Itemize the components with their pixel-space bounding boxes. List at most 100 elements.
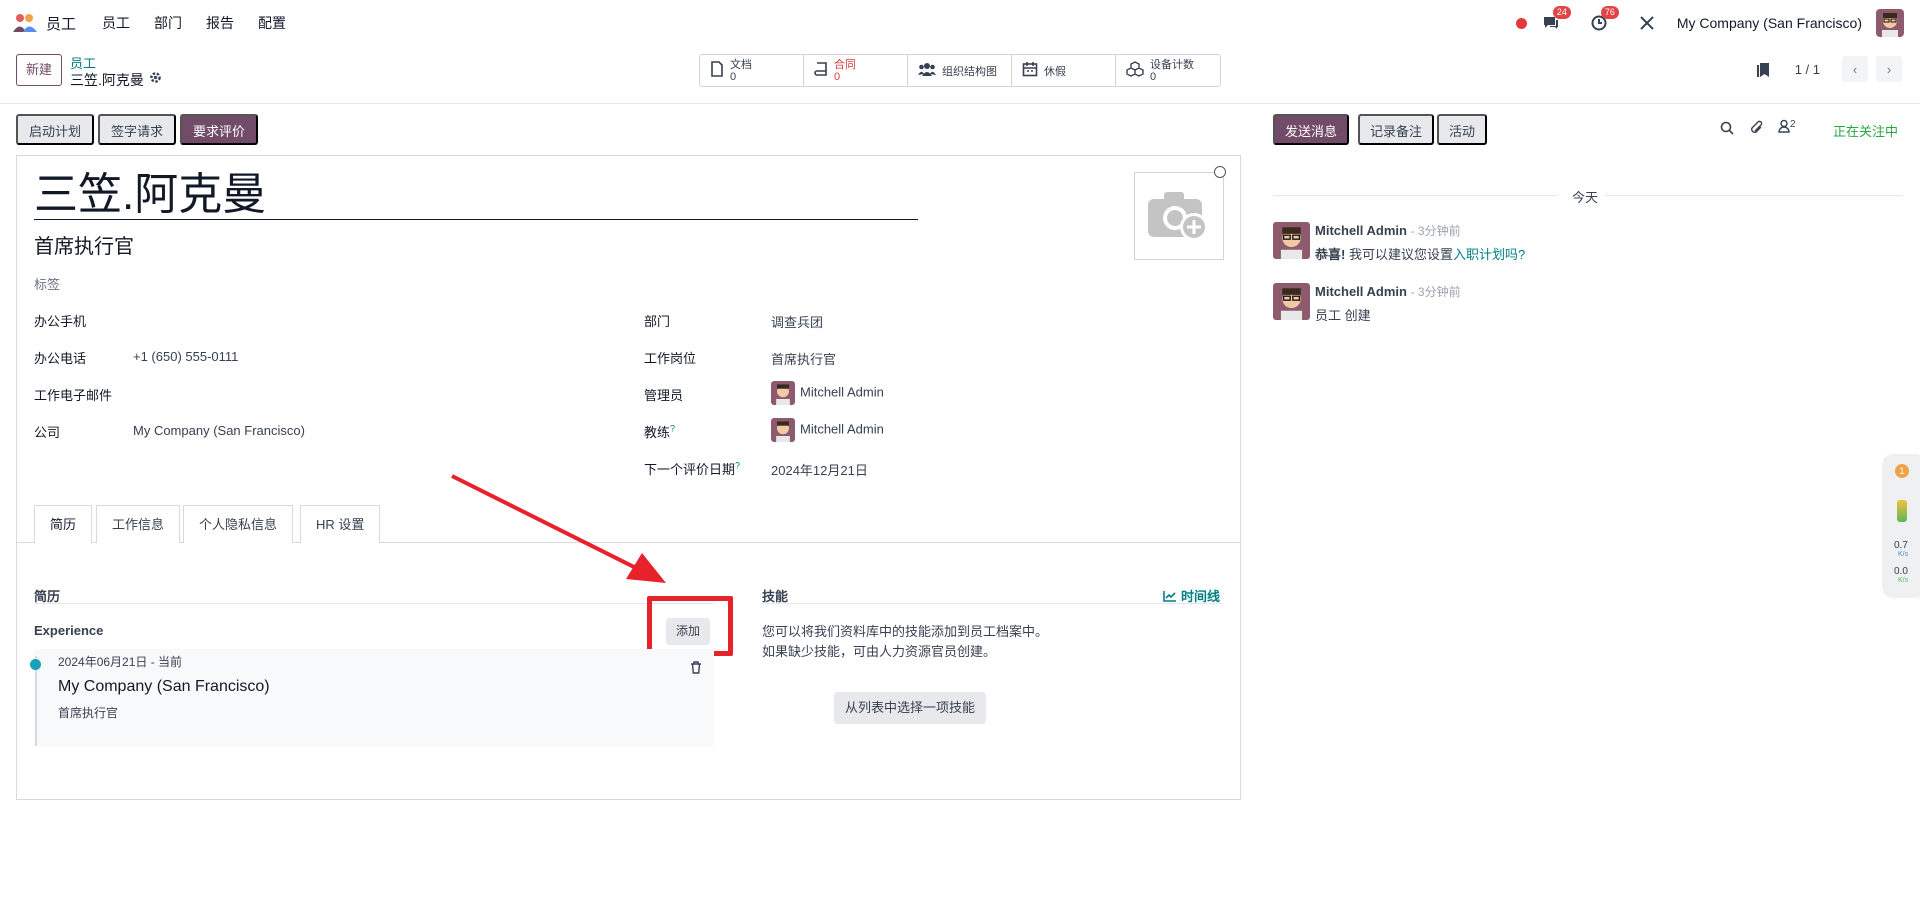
job-position-field[interactable]: 首席执行官 (771, 349, 836, 368)
download-speed: 0.0 (1894, 566, 1908, 577)
company-switcher[interactable]: My Company (San Francisco) (1677, 15, 1862, 31)
clock-icon[interactable]: 76 (1589, 6, 1619, 33)
resume-line-description: 首席执行官 (58, 706, 119, 720)
tab-resume[interactable]: 简历 (34, 505, 93, 544)
camera-plus-icon (1148, 192, 1208, 241)
followers-button[interactable]: 2 (1778, 119, 1796, 136)
onboarding-plan-link[interactable]: 入职计划吗? (1453, 247, 1525, 262)
status-indicator-icon (1214, 166, 1226, 178)
top-navbar: 员工 员工 部门 报告 配置 24 76 My Company (San Fra… (0, 0, 1920, 46)
network-monitor-widget[interactable]: 1 0.7 K/s 0.0 K/s (1884, 456, 1920, 596)
new-button[interactable]: 新建 (16, 54, 63, 86)
message-author-name: Mitchell Admin (1315, 284, 1407, 299)
book-icon (814, 61, 828, 80)
menu-departments[interactable]: 部门 (154, 13, 182, 33)
message-time: - 3分钟前 (1410, 285, 1461, 299)
next-appraisal-field[interactable]: 2024年12月21日 (771, 460, 868, 479)
app-name[interactable]: 员工 (46, 13, 76, 34)
recording-indicator-icon[interactable] (1515, 17, 1527, 29)
timeline-link-label: 时间线 (1181, 589, 1221, 604)
date-divider-left (1273, 195, 1558, 196)
smart-buttons: 文档 0 合同 0 组织结构图 休假 设备计数 0 (699, 54, 1221, 87)
menu-config[interactable]: 配置 (258, 13, 286, 33)
company-label: 公司 (34, 425, 61, 440)
skills-hint-1: 您可以将我们资料库中的技能添加到员工档案中。 (762, 624, 1049, 639)
calendar-icon (1022, 61, 1038, 80)
activities-badge: 76 (1600, 6, 1619, 19)
equipment-count: 0 (1150, 70, 1157, 83)
gear-icon[interactable] (149, 71, 162, 87)
company-field[interactable]: My Company (San Francisco) (133, 423, 305, 438)
line-chart-icon (1163, 591, 1176, 602)
pick-skill-button[interactable]: 从列表中选择一项技能 (834, 692, 987, 724)
activities-button[interactable]: 活动 (1437, 114, 1488, 145)
tab-work-info[interactable]: 工作信息 (96, 505, 181, 543)
control-panel: 新建 员工 三笠.阿克曼 文档 0 合同 0 组织结构图 休假 设备计数 0 1 / … (0, 46, 1920, 104)
thermometer-icon (1897, 500, 1907, 522)
search-icon[interactable] (1720, 121, 1734, 138)
time-off-label: 休假 (1044, 65, 1066, 78)
bookmark-icon[interactable] (1756, 62, 1770, 81)
message-text: 我可以建议您设置 (1345, 247, 1453, 262)
message-author-avatar[interactable] (1273, 283, 1310, 320)
equipment-button[interactable]: 设备计数 0 (1116, 55, 1220, 86)
documents-count: 0 (730, 70, 737, 83)
annotation-arrow-icon (451, 474, 666, 583)
log-note-button[interactable]: 记录备注 (1358, 114, 1435, 145)
department-field[interactable]: 调查兵团 (771, 312, 823, 331)
request-appraisal-button[interactable]: 要求评价 (180, 114, 259, 145)
following-button[interactable]: 正在关注中 (1833, 121, 1898, 140)
work-email-label: 工作电子邮件 (34, 388, 113, 403)
coach-label-text: 教练 (644, 425, 671, 440)
message-author[interactable]: Mitchell Admin - 3分钟前 (1315, 222, 1461, 239)
coach-help-icon[interactable]: ? (670, 424, 675, 434)
upload-speed: 0.7 (1894, 540, 1908, 551)
job-position-label: 工作岗位 (644, 351, 697, 366)
message-author-avatar[interactable] (1273, 222, 1310, 259)
manager-name: Mitchell Admin (800, 384, 884, 400)
messages-badge: 24 (1552, 6, 1571, 19)
followers-count: 2 (1790, 119, 1796, 130)
signature-request-button[interactable]: 签字请求 (98, 114, 177, 145)
employee-name-field[interactable]: 三笠.阿克曼 (34, 170, 918, 220)
send-message-button[interactable]: 发送消息 (1273, 114, 1350, 145)
manager-field[interactable]: Mitchell Admin (771, 381, 884, 405)
file-icon (710, 61, 724, 80)
tab-hr-settings[interactable]: HR 设置 (300, 505, 381, 543)
messages-icon[interactable]: 24 (1541, 6, 1571, 33)
skills-hint-2: 如果缺少技能，可由人力资源官员创建。 (762, 644, 997, 659)
message-bold: 恭喜! (1315, 247, 1346, 262)
resume-line-dates: 2024年06月21日 - 当前 (58, 655, 183, 669)
pager-value[interactable]: 1 / 1 (1795, 62, 1820, 77)
resume-line-company: My Company (San Francisco) (58, 678, 270, 695)
manager-label: 管理员 (644, 388, 684, 403)
app-logo-icon[interactable] (12, 12, 38, 34)
menu-reports[interactable]: 报告 (206, 13, 234, 33)
tab-private-info[interactable]: 个人隐私信息 (183, 505, 294, 543)
job-title-field[interactable]: 首席执行官 (34, 230, 134, 259)
user-avatar[interactable] (1876, 9, 1904, 37)
pager-next-icon[interactable]: › (1876, 56, 1902, 82)
date-divider-right (1605, 195, 1903, 196)
pager-prev-icon[interactable]: ‹ (1842, 56, 1868, 82)
time-off-button[interactable]: 休假 (1012, 55, 1116, 86)
tools-icon[interactable] (1637, 13, 1657, 33)
paperclip-icon[interactable] (1750, 120, 1764, 138)
next-appraisal-help-icon[interactable]: ? (735, 461, 740, 471)
documents-button[interactable]: 文档 0 (700, 55, 804, 86)
employee-photo[interactable] (1134, 172, 1224, 260)
onboarding-button[interactable]: 启动计划 (16, 114, 95, 145)
message-body: 员工 创建 (1315, 308, 1371, 323)
org-chart-button[interactable]: 组织结构图 (908, 55, 1012, 86)
cubes-icon (1126, 61, 1144, 80)
tags-field[interactable]: 标签 (34, 274, 60, 293)
coach-field[interactable]: Mitchell Admin (771, 418, 884, 442)
upload-unit: K/s (1898, 551, 1909, 558)
trash-icon[interactable] (690, 661, 702, 677)
work-phone-field[interactable]: +1 (650) 555-0111 (133, 349, 238, 364)
message-author[interactable]: Mitchell Admin - 3分钟前 (1315, 283, 1461, 300)
contracts-button[interactable]: 合同 0 (804, 55, 908, 86)
manager-avatar (771, 381, 795, 405)
department-label: 部门 (644, 314, 671, 329)
menu-employees[interactable]: 员工 (102, 13, 130, 33)
